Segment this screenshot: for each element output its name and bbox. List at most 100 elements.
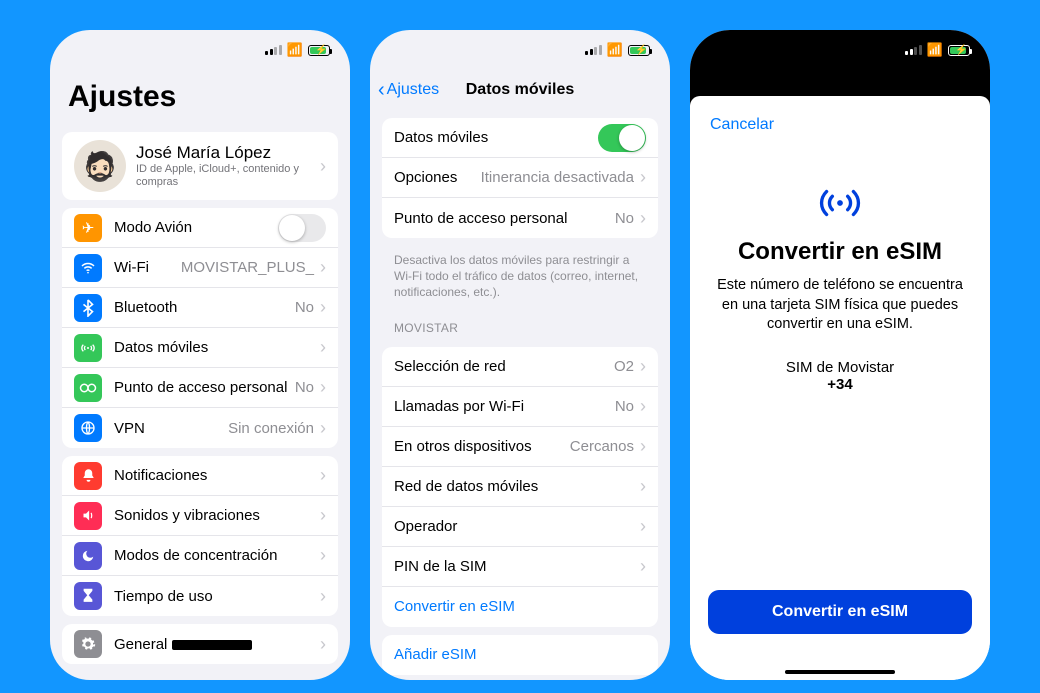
- airplane-toggle[interactable]: [278, 214, 326, 242]
- row-label: Punto de acceso personal: [394, 210, 615, 227]
- row-other-devices[interactable]: En otros dispositivos Cercanos ›: [382, 427, 658, 467]
- row-value: O2: [614, 358, 634, 375]
- row-label: Selección de red: [394, 358, 614, 375]
- row-label: Tiempo de uso: [114, 588, 320, 605]
- wifi-icon: 📶: [287, 42, 303, 58]
- row-value: MOVISTAR_PLUS_: [181, 259, 314, 276]
- row-bluetooth[interactable]: Bluetooth No ›: [62, 288, 338, 328]
- chevron-right-icon: ›: [320, 545, 326, 566]
- row-label: Bluetooth: [114, 299, 295, 316]
- row-label: Datos móviles: [394, 129, 598, 146]
- row-label: Datos móviles: [114, 339, 320, 356]
- row-wifi[interactable]: Wi-Fi MOVISTAR_PLUS_ ›: [62, 248, 338, 288]
- chevron-right-icon: ›: [640, 208, 646, 229]
- row-personal-hotspot[interactable]: Punto de acceso personal No ›: [62, 368, 338, 408]
- row-sim-pin[interactable]: PIN de la SIM ›: [382, 547, 658, 587]
- bell-icon: [74, 462, 102, 490]
- cancel-button[interactable]: Cancelar: [690, 100, 794, 140]
- row-mobile-data-toggle[interactable]: Datos móviles: [382, 118, 658, 158]
- row-label: Añadir eSIM: [394, 646, 646, 663]
- moon-icon: [74, 542, 102, 570]
- row-vpn[interactable]: VPN Sin conexión ›: [62, 408, 338, 448]
- wifi-icon: 📶: [607, 42, 623, 58]
- convert-esim-button[interactable]: Convertir en eSIM: [708, 590, 972, 634]
- row-label: VPN: [114, 420, 228, 437]
- general-group: General ›: [62, 624, 338, 664]
- row-wifi-calling[interactable]: Llamadas por Wi-Fi No ›: [382, 387, 658, 427]
- row-focus[interactable]: Modos de concentración ›: [62, 536, 338, 576]
- row-hotspot[interactable]: Punto de acceso personal No ›: [382, 198, 658, 238]
- cellular-signal-icon: [585, 45, 602, 55]
- chevron-right-icon: ›: [320, 418, 326, 439]
- row-value: No: [295, 379, 314, 396]
- row-label: Red de datos móviles: [394, 478, 640, 495]
- row-label: Wi-Fi: [114, 259, 181, 276]
- profile-card[interactable]: 🧔🏻 José María López ID de Apple, iCloud+…: [62, 132, 338, 200]
- cellular-signal-icon: [265, 45, 282, 55]
- battery-icon: ⚡: [948, 45, 970, 56]
- row-label: Notificaciones: [114, 467, 320, 484]
- chevron-right-icon: ›: [640, 476, 646, 497]
- cellular-signal-icon: [905, 45, 922, 55]
- back-button[interactable]: ‹ Ajustes: [378, 79, 439, 102]
- chevron-right-icon: ›: [320, 505, 326, 526]
- row-label: Operador: [394, 518, 640, 535]
- chevron-right-icon: ›: [640, 436, 646, 457]
- mobile-data-group: Datos móviles Opciones Itinerancia desac…: [382, 118, 658, 238]
- connectivity-group: ✈︎ Modo Avión Wi-Fi MOVISTAR_PLUS_ › Blu…: [62, 208, 338, 448]
- battery-icon: ⚡: [308, 45, 330, 56]
- row-value: No: [615, 210, 634, 227]
- row-airplane-mode[interactable]: ✈︎ Modo Avión: [62, 208, 338, 248]
- speaker-icon: [74, 502, 102, 530]
- gear-icon: [74, 630, 102, 658]
- cellular-antenna-icon: [716, 180, 964, 226]
- row-label: Sonidos y vibraciones: [114, 507, 320, 524]
- row-add-esim[interactable]: Añadir eSIM: [382, 635, 658, 675]
- phone-mobile-data: 📶 ⚡ ‹ Ajustes Datos móviles Datos móvile…: [370, 30, 670, 680]
- chevron-right-icon: ›: [320, 377, 326, 398]
- chevron-right-icon: ›: [640, 396, 646, 417]
- chevron-right-icon: ›: [320, 156, 326, 177]
- status-bar: 📶 ⚡: [690, 30, 990, 70]
- row-options[interactable]: Opciones Itinerancia desactivada ›: [382, 158, 658, 198]
- back-label: Ajustes: [387, 81, 439, 99]
- row-label: Convertir en eSIM: [394, 598, 646, 615]
- row-convert-esim[interactable]: Convertir en eSIM: [382, 587, 658, 627]
- row-label: Opciones: [394, 169, 481, 186]
- status-bar: 📶 ⚡: [370, 30, 670, 70]
- row-notifications[interactable]: Notificaciones ›: [62, 456, 338, 496]
- chevron-right-icon: ›: [320, 297, 326, 318]
- phone-settings-root: 📶 ⚡ Ajustes 🧔🏻 José María López ID de Ap…: [50, 30, 350, 680]
- row-label: General: [114, 636, 320, 653]
- bluetooth-icon: [74, 294, 102, 322]
- chevron-right-icon: ›: [640, 356, 646, 377]
- chevron-right-icon: ›: [320, 634, 326, 655]
- row-general[interactable]: General ›: [62, 624, 338, 664]
- row-mobile-data-network[interactable]: Red de datos móviles ›: [382, 467, 658, 507]
- chevron-right-icon: ›: [640, 556, 646, 577]
- row-screen-time[interactable]: Tiempo de uso ›: [62, 576, 338, 616]
- profile-name: José María López: [136, 143, 320, 163]
- row-label: Llamadas por Wi-Fi: [394, 398, 615, 415]
- chevron-right-icon: ›: [320, 337, 326, 358]
- row-carrier[interactable]: Operador ›: [382, 507, 658, 547]
- airplane-icon: ✈︎: [74, 214, 102, 242]
- chevron-left-icon: ‹: [378, 79, 385, 102]
- chevron-right-icon: ›: [640, 516, 646, 537]
- row-mobile-data[interactable]: Datos móviles ›: [62, 328, 338, 368]
- add-esim-group: Añadir eSIM: [382, 635, 658, 675]
- phone-convert-esim: 📶 ⚡ Cancelar Convertir en eSIM Este núme…: [690, 30, 990, 680]
- wifi-icon: [74, 254, 102, 282]
- chevron-right-icon: ›: [640, 167, 646, 188]
- row-sounds[interactable]: Sonidos y vibraciones ›: [62, 496, 338, 536]
- group-footer: Desactiva los datos móviles para restrin…: [370, 246, 670, 307]
- sim-carrier-label: SIM de Movistar: [716, 359, 964, 376]
- mobile-data-toggle[interactable]: [598, 124, 646, 152]
- row-value: Itinerancia desactivada: [481, 169, 634, 186]
- row-label: PIN de la SIM: [394, 558, 640, 575]
- row-label: Modo Avión: [114, 219, 278, 236]
- wifi-icon: 📶: [927, 42, 943, 58]
- row-network-selection[interactable]: Selección de red O2 ›: [382, 347, 658, 387]
- antenna-icon: [74, 334, 102, 362]
- carrier-group: Selección de red O2 › Llamadas por Wi-Fi…: [382, 347, 658, 627]
